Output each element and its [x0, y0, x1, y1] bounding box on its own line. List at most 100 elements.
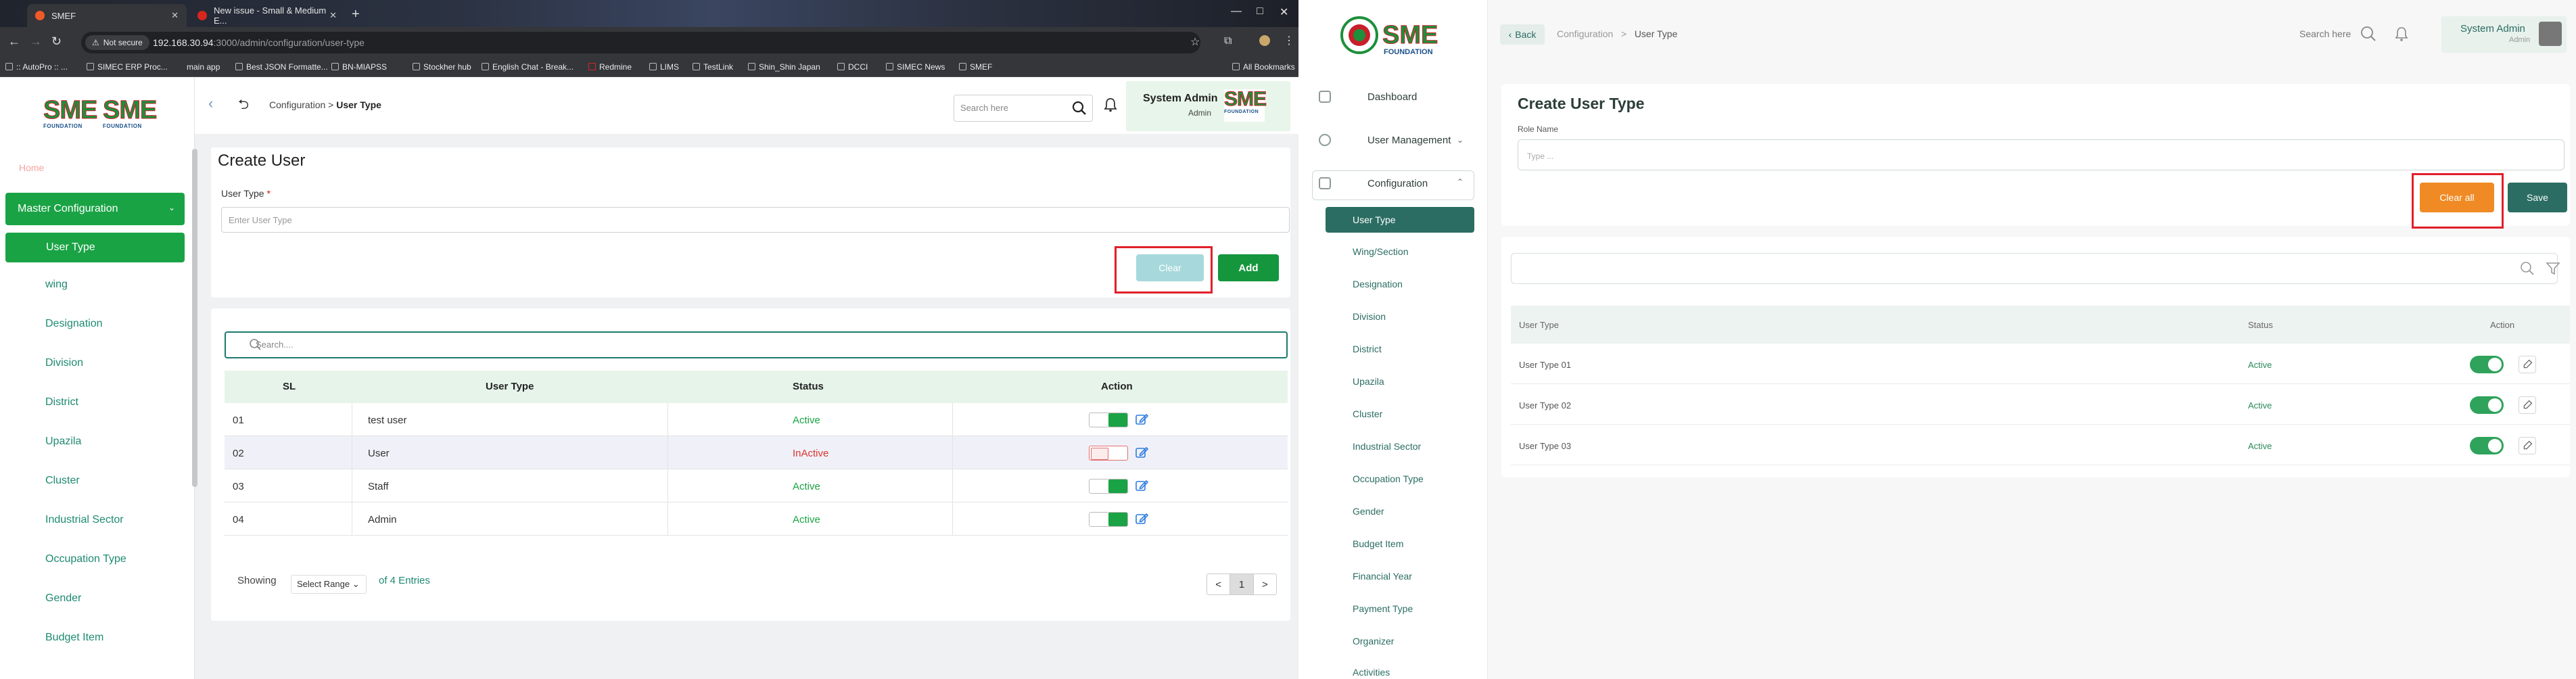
sidebar-item-financial-year[interactable]: Financial Year	[1353, 571, 1412, 582]
all-bookmarks[interactable]: All Bookmarks	[1232, 62, 1295, 72]
back-button[interactable]: ‹ Back	[1500, 24, 1545, 45]
edit-icon[interactable]	[2519, 396, 2536, 414]
sidebar-item-home[interactable]: Home	[19, 162, 44, 173]
sidebar-item-organizer[interactable]: Organizer	[1353, 636, 1394, 647]
save-button[interactable]: Save	[2508, 183, 2567, 212]
sidebar-item-cluster[interactable]: Cluster	[45, 475, 80, 487]
sidebar-item-occupation-type[interactable]: Occupation Type	[1353, 473, 1424, 484]
user-type-input[interactable]	[221, 207, 1290, 233]
url-text[interactable]: 192.168.30.94:3000/admin/configuration/u…	[153, 37, 365, 48]
bell-icon[interactable]	[1104, 97, 1117, 112]
table-search-input[interactable]	[1511, 253, 2558, 284]
status-toggle[interactable]	[1089, 479, 1128, 494]
range-select[interactable]: Select Range ⌄	[291, 575, 367, 594]
bookmark-item[interactable]: DCCI	[837, 62, 868, 72]
sidebar-item-wing-section[interactable]: Wing/Section	[1353, 246, 1408, 257]
bookmark-item[interactable]: main app	[187, 62, 220, 72]
bookmark-item[interactable]: Stockher hub	[413, 62, 471, 72]
back-icon[interactable]: ⮌	[238, 95, 249, 118]
bookmark-item[interactable]: SMEF	[959, 62, 992, 72]
status-toggle[interactable]	[1089, 413, 1128, 427]
sidebar-item-occupation-type[interactable]: Occupation Type	[45, 553, 126, 565]
sidebar-item-budget-item[interactable]: Budget Item	[45, 632, 103, 644]
bookmark-item[interactable]: LIMS	[649, 62, 679, 72]
status-toggle[interactable]	[1089, 446, 1128, 461]
sidebar-item-user-management[interactable]: User Management	[1367, 135, 1451, 146]
sidebar-item-upazila[interactable]: Upazila	[1353, 376, 1384, 387]
edit-icon[interactable]	[2519, 356, 2536, 373]
edit-icon[interactable]	[2519, 437, 2536, 454]
chevron-down-icon[interactable]: ⌄	[1457, 135, 1463, 145]
bookmark-item[interactable]: English Chat - Break...	[482, 62, 573, 72]
extensions-icon[interactable]: ⧉	[1224, 35, 1232, 47]
breadcrumb-parent[interactable]: Configuration	[1557, 28, 1613, 39]
forward-icon[interactable]: →	[30, 34, 42, 49]
bookmark-star-icon[interactable]: ☆	[1190, 35, 1200, 49]
search-icon[interactable]	[2360, 26, 2376, 42]
sidebar-item-upazila[interactable]: Upazila	[45, 436, 81, 448]
sidebar-item-gender[interactable]: Gender	[45, 592, 81, 605]
sidebar-scrollbar[interactable]	[192, 149, 197, 487]
edit-icon[interactable]	[1135, 479, 1148, 492]
bookmark-item[interactable]: TestLink	[693, 62, 733, 72]
bookmark-item[interactable]: SIMEC News	[886, 62, 945, 72]
back-icon[interactable]: ←	[8, 34, 20, 49]
browser-menu-icon[interactable]: ⋮	[1284, 34, 1294, 47]
sidebar-item-designation[interactable]: Designation	[1353, 279, 1403, 289]
role-name-input[interactable]	[1518, 139, 2565, 170]
bookmark-item[interactable]: Shin_Shin Japan	[748, 62, 820, 72]
edit-icon[interactable]	[1135, 413, 1148, 426]
sidebar-item-industrial-sector[interactable]: Industrial Sector	[45, 514, 124, 526]
sidebar-item-district[interactable]: District	[1353, 344, 1382, 354]
browser-tab-new-issue[interactable]: New issue - Small & Medium E... ✕	[189, 4, 345, 27]
bookmark-item[interactable]: SIMEC ERP Proc...	[87, 62, 168, 72]
sidebar-item-budget-item[interactable]: Budget Item	[1353, 538, 1404, 549]
collapse-sidebar-icon[interactable]: ‹	[208, 95, 213, 112]
page-number-button[interactable]: 1	[1230, 574, 1254, 594]
chevron-up-icon[interactable]: ⌃	[1457, 177, 1463, 187]
sidebar-item-configuration[interactable]: Configuration	[1367, 178, 1428, 189]
new-tab-button[interactable]: +	[352, 7, 360, 22]
close-tab-icon[interactable]: ✕	[171, 10, 179, 21]
sidebar-master-configuration[interactable]: Master Configuration ⌄	[5, 193, 185, 225]
sidebar-item-cluster[interactable]: Cluster	[1353, 408, 1382, 419]
search-icon[interactable]	[2520, 261, 2535, 276]
bookmark-item[interactable]: :: AutoPro :: ...	[5, 62, 68, 72]
sidebar-item-activities[interactable]: Activities	[1353, 667, 1390, 678]
sidebar-item-district[interactable]: District	[45, 396, 78, 408]
bookmark-item[interactable]: Redmine	[588, 62, 632, 72]
search-icon[interactable]	[1072, 101, 1087, 116]
sidebar-item-payment-type[interactable]: Payment Type	[1353, 603, 1413, 614]
header-search-label[interactable]: Search here	[2299, 28, 2351, 39]
maximize-button[interactable]: □	[1257, 5, 1263, 18]
sidebar-item-industrial-sector[interactable]: Industrial Sector	[1353, 441, 1421, 452]
status-toggle[interactable]	[2470, 396, 2504, 414]
breadcrumb-parent[interactable]: Configuration	[269, 99, 325, 110]
close-tab-icon[interactable]: ✕	[329, 10, 337, 21]
sidebar-item-user-type[interactable]: User Type	[5, 233, 185, 262]
filter-icon[interactable]	[2546, 261, 2560, 276]
status-toggle[interactable]	[2470, 437, 2504, 454]
edit-icon[interactable]	[1135, 512, 1148, 525]
sidebar-item-division[interactable]: Division	[1353, 311, 1386, 322]
minimize-button[interactable]: —	[1231, 5, 1242, 18]
edit-icon[interactable]	[1135, 446, 1148, 459]
status-toggle[interactable]	[2470, 356, 2504, 373]
next-page-button[interactable]: >	[1254, 574, 1276, 594]
bookmark-item[interactable]: BN-MIAPSS	[331, 62, 387, 72]
browser-tab-smef[interactable]: SMEF ✕	[27, 4, 187, 27]
sidebar-item-dashboard[interactable]: Dashboard	[1367, 91, 1417, 103]
table-search-input[interactable]	[225, 331, 1288, 358]
sidebar-item-division[interactable]: Division	[45, 357, 83, 369]
sidebar-item-wing[interactable]: wing	[45, 279, 68, 291]
prev-page-button[interactable]: <	[1207, 574, 1231, 594]
bookmark-item[interactable]: Best JSON Formatte...	[235, 62, 328, 72]
sidebar-item-designation[interactable]: Designation	[45, 318, 103, 330]
reload-icon[interactable]: ↻	[51, 34, 62, 49]
sidebar-item-gender[interactable]: Gender	[1353, 506, 1384, 517]
not-secure-badge[interactable]: ⚠ Not secure	[85, 35, 149, 50]
sidebar-item-user-type[interactable]: User Type	[1326, 207, 1474, 233]
add-button[interactable]: Add	[1218, 254, 1279, 281]
status-toggle[interactable]	[1089, 512, 1128, 527]
profile-avatar[interactable]	[1259, 35, 1270, 46]
